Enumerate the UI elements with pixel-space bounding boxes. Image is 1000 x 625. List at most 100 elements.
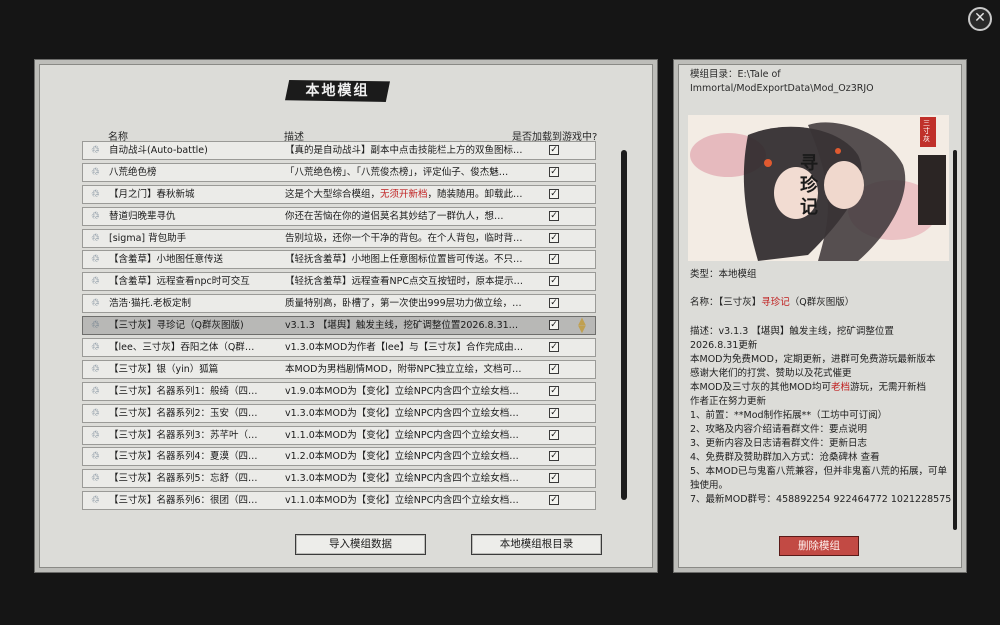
mod-row[interactable]: ♲ 浩浩·猫托.老板定制 质量特别高，卧槽了，第一次使出999层功力做立绘，… ✓ [82, 294, 596, 314]
mod-row[interactable]: ♲ 【lee、三寸灰】吞阳之体（Q群版） v1.3.0本MOD为作者【lee】与【三… [82, 338, 596, 358]
mod-name-highlight: 寻珍记 [761, 297, 790, 308]
load-checkbox[interactable]: ✓ [549, 276, 559, 287]
mod-row[interactable]: ♲ 【三寸灰】名器系列4：夏漠（四个… v1.2.0本MOD为【变化】立绘NPC内含… [82, 447, 596, 467]
mod-desc: 【轻抚含羞草】远程查看NPC点交互按钮时，原本提示… [285, 273, 527, 290]
load-checkbox[interactable]: ✓ [549, 145, 559, 155]
mod-name-line: 名称：【三寸灰】寻珍记（Q群灰图版） [690, 296, 952, 310]
load-checkbox[interactable]: ✓ [549, 429, 559, 440]
mod-desc-text: 【轻抚含羞草】小地图上任意图标位置皆可传送。不只… [285, 254, 523, 266]
mod-desc: v3.1.3 【堪舆】触发主线，挖矿调整位置2026.8.31更新… [285, 317, 527, 334]
mod-list-scrollbar[interactable] [621, 150, 627, 500]
mod-desc: 告别垃圾，还你一个干净的背包。在个人背包，临时背… [285, 230, 527, 247]
mod-name-suffix: （Q群灰图版） [789, 297, 855, 308]
mod-name: 【三寸灰】名器系列1：般绮（四个… [109, 385, 259, 397]
mod-row[interactable]: ♲ 【含羞草】小地图任意传送 【轻抚含羞草】小地图上任意图标位置皆可传送。不只… ✓ [82, 250, 596, 270]
mod-desc-text: v1.9.0本MOD为【变化】立绘NPC内含四个立绘女档玩… [285, 385, 527, 397]
mod-desc-text: 你还在苦恼在你的道侣莫名其妙结了一群仇人，想… [285, 210, 504, 222]
mod-row[interactable]: ♲ 替道归晚辈寻仇 你还在苦恼在你的道侣莫名其妙结了一群仇人，想… ✓ [82, 206, 596, 226]
load-checkbox[interactable]: ✓ [549, 298, 559, 309]
mod-directory: 模组目录：E:\Tale of Immortal/ModExportData\M… [690, 69, 874, 94]
mod-row[interactable]: ♲ 【三寸灰】寻珍记（Q群灰图版) v3.1.3 【堪舆】触发主线，挖矿调整位置20… [82, 316, 596, 336]
load-checkbox[interactable]: ✓ [549, 188, 559, 199]
load-checkbox[interactable]: ✓ [549, 385, 559, 396]
mod-source-icon: ♲ [91, 188, 100, 200]
load-checkbox[interactable]: ✓ [549, 320, 559, 331]
load-checkbox[interactable]: ✓ [549, 232, 559, 243]
mod-source-icon: ♲ [91, 320, 100, 332]
mod-desc-text: v1.1.0本MOD为【变化】立绘NPC内含四个立绘女档玩… [285, 495, 527, 507]
mod-source-icon: ♲ [91, 342, 100, 354]
load-checkbox[interactable]: ✓ [549, 473, 559, 484]
mod-row[interactable]: ♲ 自动战斗(Auto-battle) 【真的是自动战斗】副本中点击技能栏上方的双鱼… [82, 141, 596, 160]
load-checkbox[interactable]: ✓ [549, 210, 559, 221]
mod-source-icon: ♲ [91, 385, 100, 397]
desc-note-line: 本MOD及三寸灰的其他MOD均可老档游玩，无需开新档 [690, 381, 952, 395]
mod-row[interactable]: ♲ 【月之门】春秋新城 这是个大型综合模组，无须开新档，随装随用。卸载此… ✓ [82, 184, 596, 204]
local-mod-root-button[interactable]: 本地模组根目录 [471, 534, 602, 555]
mod-desc: 【真的是自动战斗】副本中点击技能栏上方的双鱼图标… [285, 142, 527, 159]
mod-desc: 【轻抚含羞草】小地图上任意图标位置皆可传送。不只… [285, 251, 527, 268]
desc-line: 4、免费群及赞助群加入方式：沧桑碑林 查看 [690, 452, 880, 463]
mod-desc: v1.3.0本MOD为【变化】立绘NPC内含四个立绘女档玩… [285, 470, 527, 487]
mod-row[interactable]: ♲ 【三寸灰】名器系列6：很团（四个… v1.1.0本MOD为【变化】立绘NPC内含… [82, 491, 596, 511]
mod-name: 替道归晚辈寻仇 [109, 210, 176, 222]
mod-source-icon: ♲ [91, 298, 100, 310]
mod-desc-text: v1.3.0本MOD为【变化】立绘NPC内含四个立绘女档玩… [285, 473, 527, 485]
panel-title: 本地模组 [285, 80, 390, 102]
mod-name: 【lee、三寸灰】吞阳之体（Q群版） [109, 342, 259, 354]
note-suffix: 游玩，无需开新档 [850, 382, 927, 393]
preview-title: 寻珍记 [800, 153, 818, 218]
desc-line: 2026.8.31更新 [690, 340, 758, 351]
close-button[interactable]: ✕ [968, 7, 992, 31]
mod-name: 【三寸灰】名器系列6：很团（四个… [109, 495, 259, 507]
mod-desc: 本MOD为男档剧情MOD，附带NPC独立立绘，文档可… [285, 361, 527, 378]
mod-name: 【三寸灰】银（yin）狐篇 [109, 363, 219, 375]
mod-row[interactable]: ♲ 【含羞草】远程查看npc时可交互 【轻抚含羞草】远程查看NPC点交互按钮时，原本… [82, 272, 596, 292]
load-checkbox[interactable]: ✓ [549, 407, 559, 418]
mod-source-icon: ♲ [91, 407, 100, 419]
mod-row[interactable]: ♲ 【三寸灰】名器系列5：忘舒（四个… v1.3.0本MOD为【变化】立绘NPC内含… [82, 469, 596, 489]
mod-name: [sigma] 背包助手 [109, 232, 187, 244]
import-mod-data-button[interactable]: 导入模组数据 [295, 534, 426, 555]
mod-row[interactable]: ♲ 【三寸灰】银（yin）狐篇 本MOD为男档剧情MOD，附带NPC独立立绘，文档可… [82, 359, 596, 379]
mod-desc-text: ，随装随用。卸载此… [427, 188, 523, 200]
desc-line: 感谢大佬们的打赏、赞助以及花式催更 [690, 368, 852, 379]
mod-source-icon: ♲ [91, 210, 100, 222]
mod-source-icon: ♲ [91, 145, 100, 156]
preview-seal: 三寸灰 [923, 119, 930, 143]
mod-name: 【三寸灰】名器系列3：苏芊叶（四… [109, 429, 259, 441]
mod-row[interactable]: ♲ 【三寸灰】名器系列1：般绮（四个… v1.9.0本MOD为【变化】立绘NPC内含… [82, 381, 596, 401]
mod-desc: v1.2.0本MOD为【变化】立绘NPC内含四个立绘女档玩… [285, 448, 527, 465]
mod-name: 自动战斗(Auto-battle) [109, 145, 208, 156]
load-checkbox[interactable]: ✓ [549, 166, 559, 177]
desc-line: 本MOD为免费MOD，定期更新，进群可免费游玩最新版本 [690, 354, 936, 365]
mod-desc-highlight: 无须开新档 [380, 188, 428, 200]
load-checkbox[interactable]: ✓ [549, 451, 559, 462]
mod-desc-text: 【真的是自动战斗】副本中点击技能栏上方的双鱼图标… [285, 145, 523, 156]
load-checkbox[interactable]: ✓ [549, 254, 559, 265]
drag-handle-icon[interactable]: ▲ ▼ [575, 317, 589, 342]
mod-desc-text: v3.1.3 【堪舆】触发主线，挖矿调整位置2026.8.31更新… [285, 320, 527, 332]
mod-desc-text: 【轻抚含羞草】远程查看NPC点交互按钮时，原本提示… [285, 276, 523, 288]
mod-desc: v1.1.0本MOD为【变化】立绘NPC内含四个立绘女档玩… [285, 427, 527, 444]
mod-row[interactable]: ♲ 【三寸灰】名器系列3：苏芊叶（四… v1.1.0本MOD为【变化】立绘NPC内含… [82, 425, 596, 445]
desc-line: 作者正在努力更新 [690, 396, 767, 407]
mod-row[interactable]: ♲ 八荒绝色榜 「八荒绝色榜」、「八荒俊杰榜」，评定仙子、俊杰魅… ✓ [82, 162, 596, 182]
mod-source-icon: ♲ [91, 451, 100, 463]
mod-desc: v1.3.0本MOD为作者【lee】与【三寸灰】合作完成由群… [285, 339, 527, 356]
load-checkbox[interactable]: ✓ [549, 495, 559, 506]
mod-row[interactable]: ♲ 【三寸灰】名器系列2：玉安（四个… v1.3.0本MOD为【变化】立绘NPC内含… [82, 403, 596, 423]
load-checkbox[interactable]: ✓ [549, 342, 559, 353]
load-checkbox[interactable]: ✓ [549, 363, 559, 374]
delete-mod-button[interactable]: 删除模组 [779, 536, 859, 556]
note-highlight: 老档 [830, 382, 850, 393]
mod-desc: 「八荒绝色榜」、「八荒俊杰榜」，评定仙子、俊杰魅… [285, 164, 527, 181]
mod-desc-text: 「八荒绝色榜」、「八荒俊杰榜」，评定仙子、俊杰魅… [285, 166, 509, 178]
mod-name: 【月之门】春秋新城 [109, 188, 195, 200]
mod-row[interactable]: ♲ [sigma] 背包助手 告别垃圾，还你一个干净的背包。在个人背包，临时背… ✓ [82, 228, 596, 248]
desc-line: 描述：v3.1.3 【堪舆】触发主线，挖矿调整位置 [690, 326, 894, 337]
mod-name-prefix: 名称：【三寸灰】 [690, 297, 762, 308]
mod-desc: 你还在苦恼在你的道侣莫名其妙结了一群仇人，想… [285, 208, 527, 225]
mod-name: 【含羞草】小地图任意传送 [109, 254, 224, 266]
detail-scrollbar[interactable] [953, 150, 957, 530]
